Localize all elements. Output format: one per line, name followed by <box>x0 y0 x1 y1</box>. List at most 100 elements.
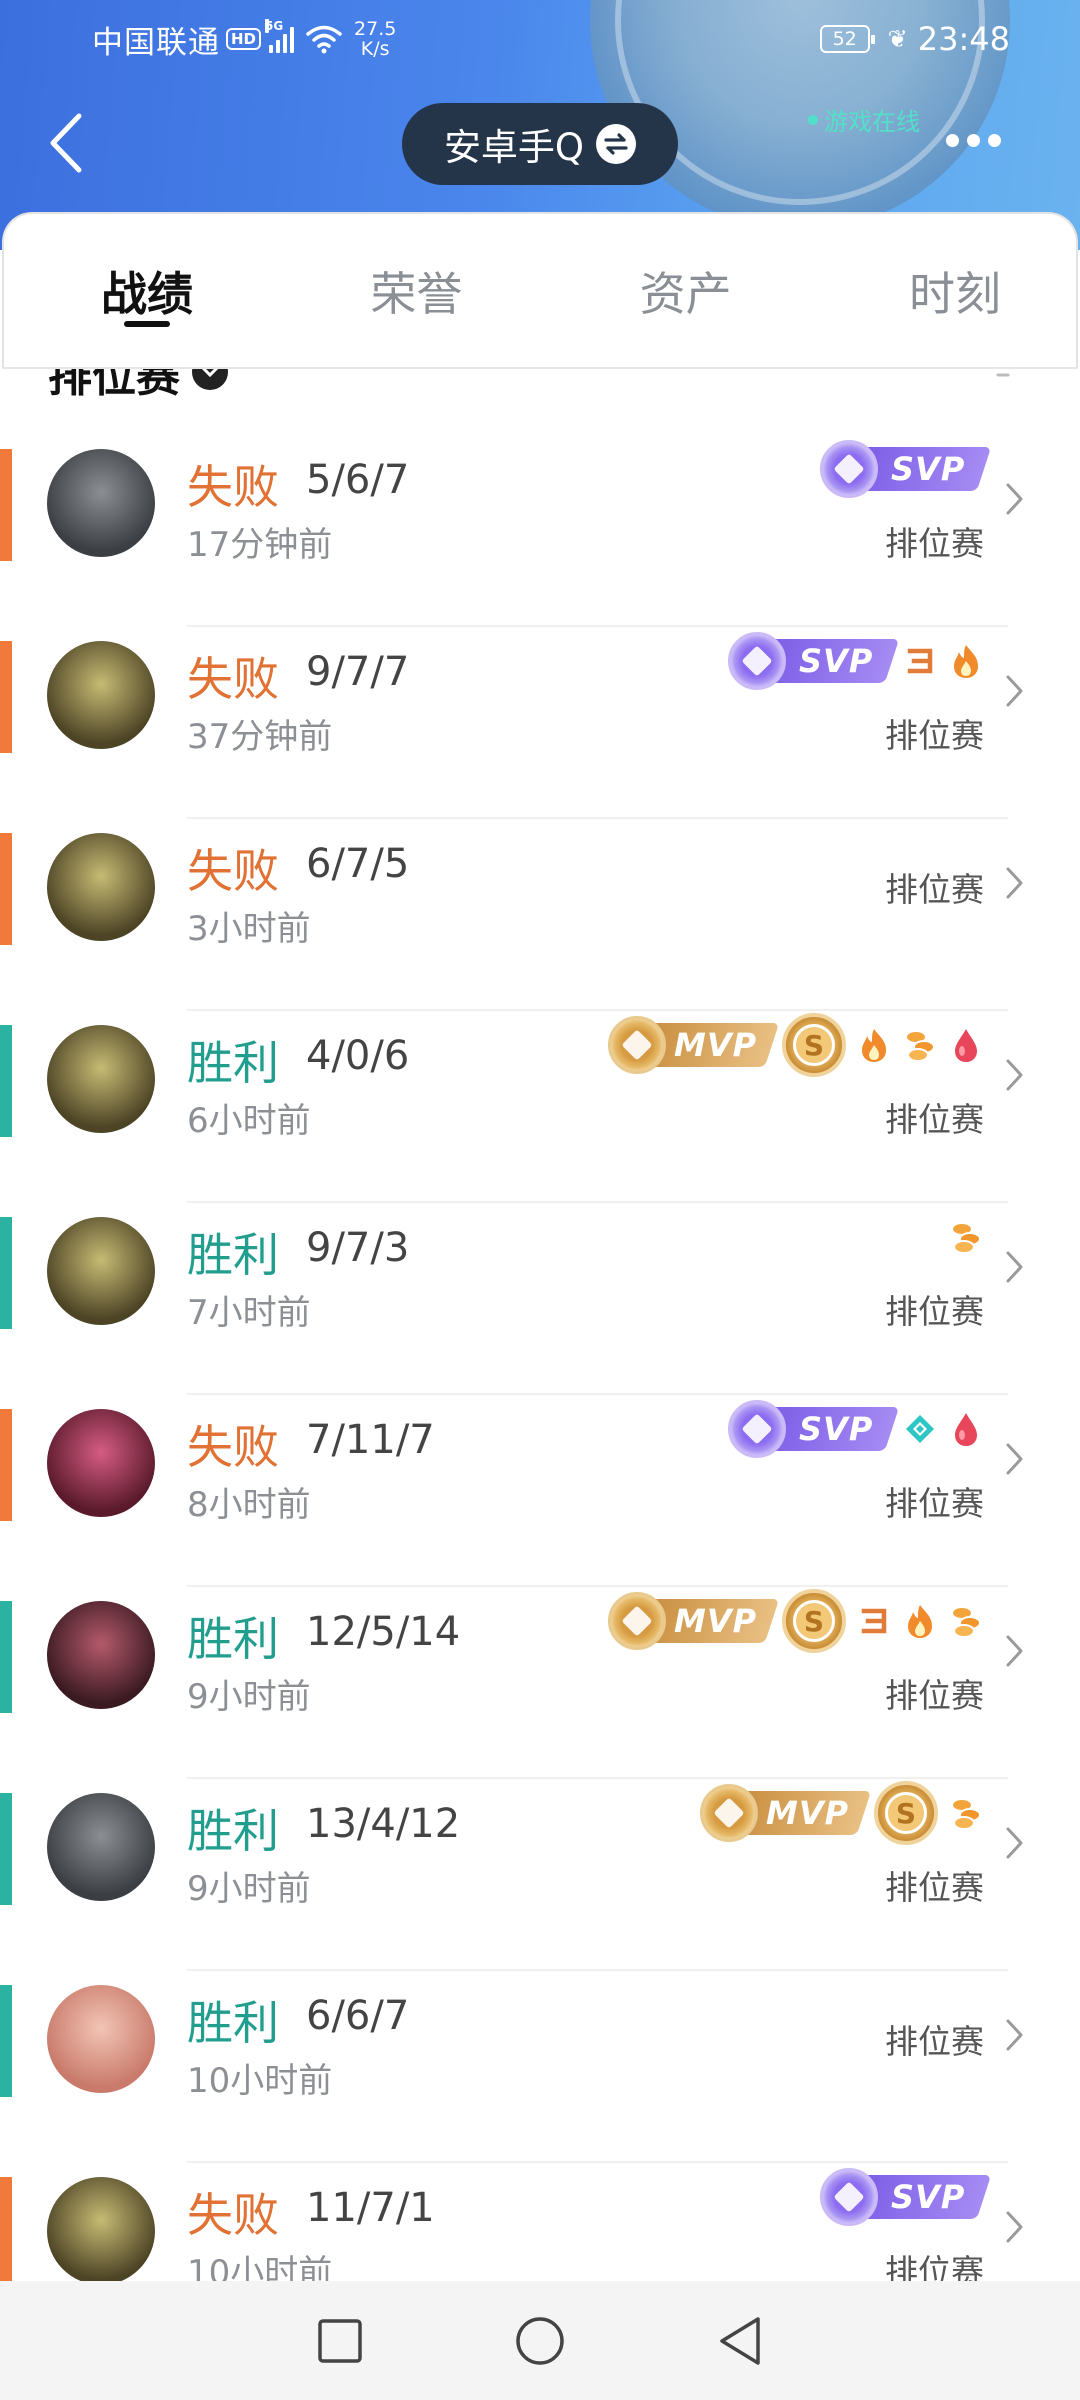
gem-icon <box>741 1413 773 1445</box>
match-row[interactable]: 失败 9/7/7 37分钟前 排位赛 SVP <box>0 627 1080 819</box>
match-row[interactable]: 胜利 13/4/12 9小时前 排位赛 MVP S <box>0 1779 1080 1971</box>
mvp-label: MVP <box>766 1794 850 1832</box>
tab-bar: 战绩 荣誉 资产 时刻 <box>2 212 1078 369</box>
back-arrow-icon <box>50 113 82 173</box>
match-mode: 排位赛 <box>885 870 984 909</box>
chevron-right-icon <box>1004 1439 1026 1479</box>
gem-icon <box>833 2181 865 2213</box>
tab-assets[interactable]: 资产 <box>611 214 761 367</box>
square-icon <box>318 2318 362 2363</box>
tab-label: 时刻 <box>908 266 1001 321</box>
online-status: 游戏在线 <box>808 102 920 137</box>
network-speed: 27.5 K/s <box>354 19 396 59</box>
hero-avatar <box>47 2177 155 2281</box>
svp-label: SVP <box>798 1410 874 1448</box>
svp-label: SVP <box>798 642 874 680</box>
match-row[interactable]: 胜利 9/7/3 7小时前 排位赛 <box>0 1203 1080 1395</box>
match-result: 失败 <box>187 652 279 706</box>
match-mode: 排位赛 <box>885 524 984 563</box>
match-time: 10小时前 <box>187 2061 333 2101</box>
first-blood-icon <box>948 1409 984 1449</box>
online-status-label: 游戏在线 <box>824 108 920 136</box>
match-mode: 排位赛 <box>885 1484 984 1523</box>
result-indicator-bar <box>0 1985 12 2097</box>
tab-honor[interactable]: 荣誉 <box>341 214 491 367</box>
recent-apps-button[interactable] <box>310 2311 370 2371</box>
gem-icon <box>621 1605 653 1637</box>
match-result: 胜利 <box>187 1612 279 1666</box>
match-badges: MVP S <box>700 1781 984 1845</box>
match-row[interactable]: 胜利 6/6/7 10小时前 排位赛 <box>0 1971 1080 2163</box>
match-row[interactable]: 失败 7/11/7 8小时前 排位赛 SVP <box>0 1395 1080 1587</box>
match-time: 9小时前 <box>187 1869 311 1909</box>
result-indicator-bar <box>0 1409 12 1521</box>
match-time: 3小时前 <box>187 909 311 949</box>
mvp-medal-icon <box>700 1784 758 1842</box>
match-result: 胜利 <box>187 1036 279 1090</box>
tab-label: 荣誉 <box>370 266 463 321</box>
match-result: 失败 <box>187 460 279 514</box>
svp-label: SVP <box>890 2178 966 2216</box>
match-kda: 6/6/7 <box>306 1993 410 2039</box>
online-dot-icon <box>808 114 818 125</box>
match-row[interactable]: 失败 6/7/5 3小时前 排位赛 <box>0 819 1080 1011</box>
hd-icon: HD <box>226 28 262 50</box>
gem-icon <box>713 1797 745 1829</box>
match-row[interactable]: 胜利 12/5/14 9小时前 排位赛 MVP S <box>0 1587 1080 1779</box>
fire-icon <box>948 641 984 681</box>
match-row[interactable]: 胜利 4/0/6 6小时前 排位赛 MVP S <box>0 1011 1080 1203</box>
more-dot-icon <box>946 134 959 147</box>
match-kda: 12/5/14 <box>306 1609 461 1655</box>
match-kda: 11/7/1 <box>306 2185 435 2231</box>
chevron-right-icon <box>1004 2015 1026 2055</box>
match-badges: MVP S <box>608 1589 984 1653</box>
match-kda: 13/4/12 <box>306 1801 461 1847</box>
tab-moments[interactable]: 时刻 <box>880 214 1030 367</box>
match-mode: 排位赛 <box>885 1676 984 1715</box>
fire-icon <box>902 1601 938 1641</box>
match-mode: 排位赛 <box>885 2252 984 2281</box>
match-list[interactable]: 排位赛 失败 5/6/7 17分钟前 排位赛 SVP 失败 9/7/7 37分钟前 排位赛 SVP… <box>0 369 1080 2281</box>
match-time: 8小时前 <box>187 1485 311 1525</box>
triple-kill-icon <box>856 1601 892 1641</box>
mode-filter-label: 排位赛 <box>48 369 180 402</box>
more-button[interactable] <box>946 134 1001 147</box>
account-switcher[interactable]: 安卓手Q <box>402 103 678 185</box>
power-saving-icon: ❦ <box>887 25 908 53</box>
circle-icon <box>516 2316 564 2365</box>
tab-label: 战绩 <box>101 266 193 321</box>
svp-badge: SVP <box>728 1400 900 1458</box>
match-badges: SVP <box>820 2167 992 2227</box>
chevron-right-icon <box>1004 863 1026 903</box>
s-rank-badge: S <box>874 1781 938 1845</box>
match-kda: 9/7/3 <box>306 1225 410 1271</box>
match-time: 37分钟前 <box>187 717 333 757</box>
match-badges: SVP <box>728 1399 984 1459</box>
chevron-right-icon <box>1004 2207 1026 2247</box>
filter-icon[interactable] <box>994 369 1024 383</box>
match-row[interactable]: 失败 11/7/1 10小时前 排位赛 SVP <box>0 2163 1080 2281</box>
hero-avatar <box>47 449 155 557</box>
match-time: 7小时前 <box>187 1293 311 1333</box>
match-result: 胜利 <box>187 1228 279 1282</box>
first-blood-icon <box>948 1025 984 1065</box>
more-dot-icon <box>988 134 1001 147</box>
match-result: 胜利 <box>187 1996 279 2050</box>
back-button[interactable] <box>40 108 90 178</box>
tab-record[interactable]: 战绩 <box>72 214 222 367</box>
back-nav-button[interactable] <box>710 2311 770 2371</box>
match-result: 失败 <box>187 844 279 898</box>
hero-avatar <box>47 1601 155 1709</box>
mvp-medal-icon <box>608 1016 666 1074</box>
mode-filter[interactable]: 排位赛 <box>48 369 228 407</box>
svp-badge: SVP <box>820 2168 992 2226</box>
home-button[interactable] <box>510 2311 570 2371</box>
match-mode: 排位赛 <box>885 1868 984 1907</box>
svp-medal-icon <box>820 440 878 498</box>
hero-avatar <box>47 833 155 941</box>
gem-icon <box>741 645 773 677</box>
match-row[interactable]: 失败 5/6/7 17分钟前 排位赛 SVP <box>0 435 1080 627</box>
speed-unit: K/s <box>360 38 390 60</box>
result-indicator-bar <box>0 641 12 753</box>
mvp-medal-icon <box>608 1592 666 1650</box>
